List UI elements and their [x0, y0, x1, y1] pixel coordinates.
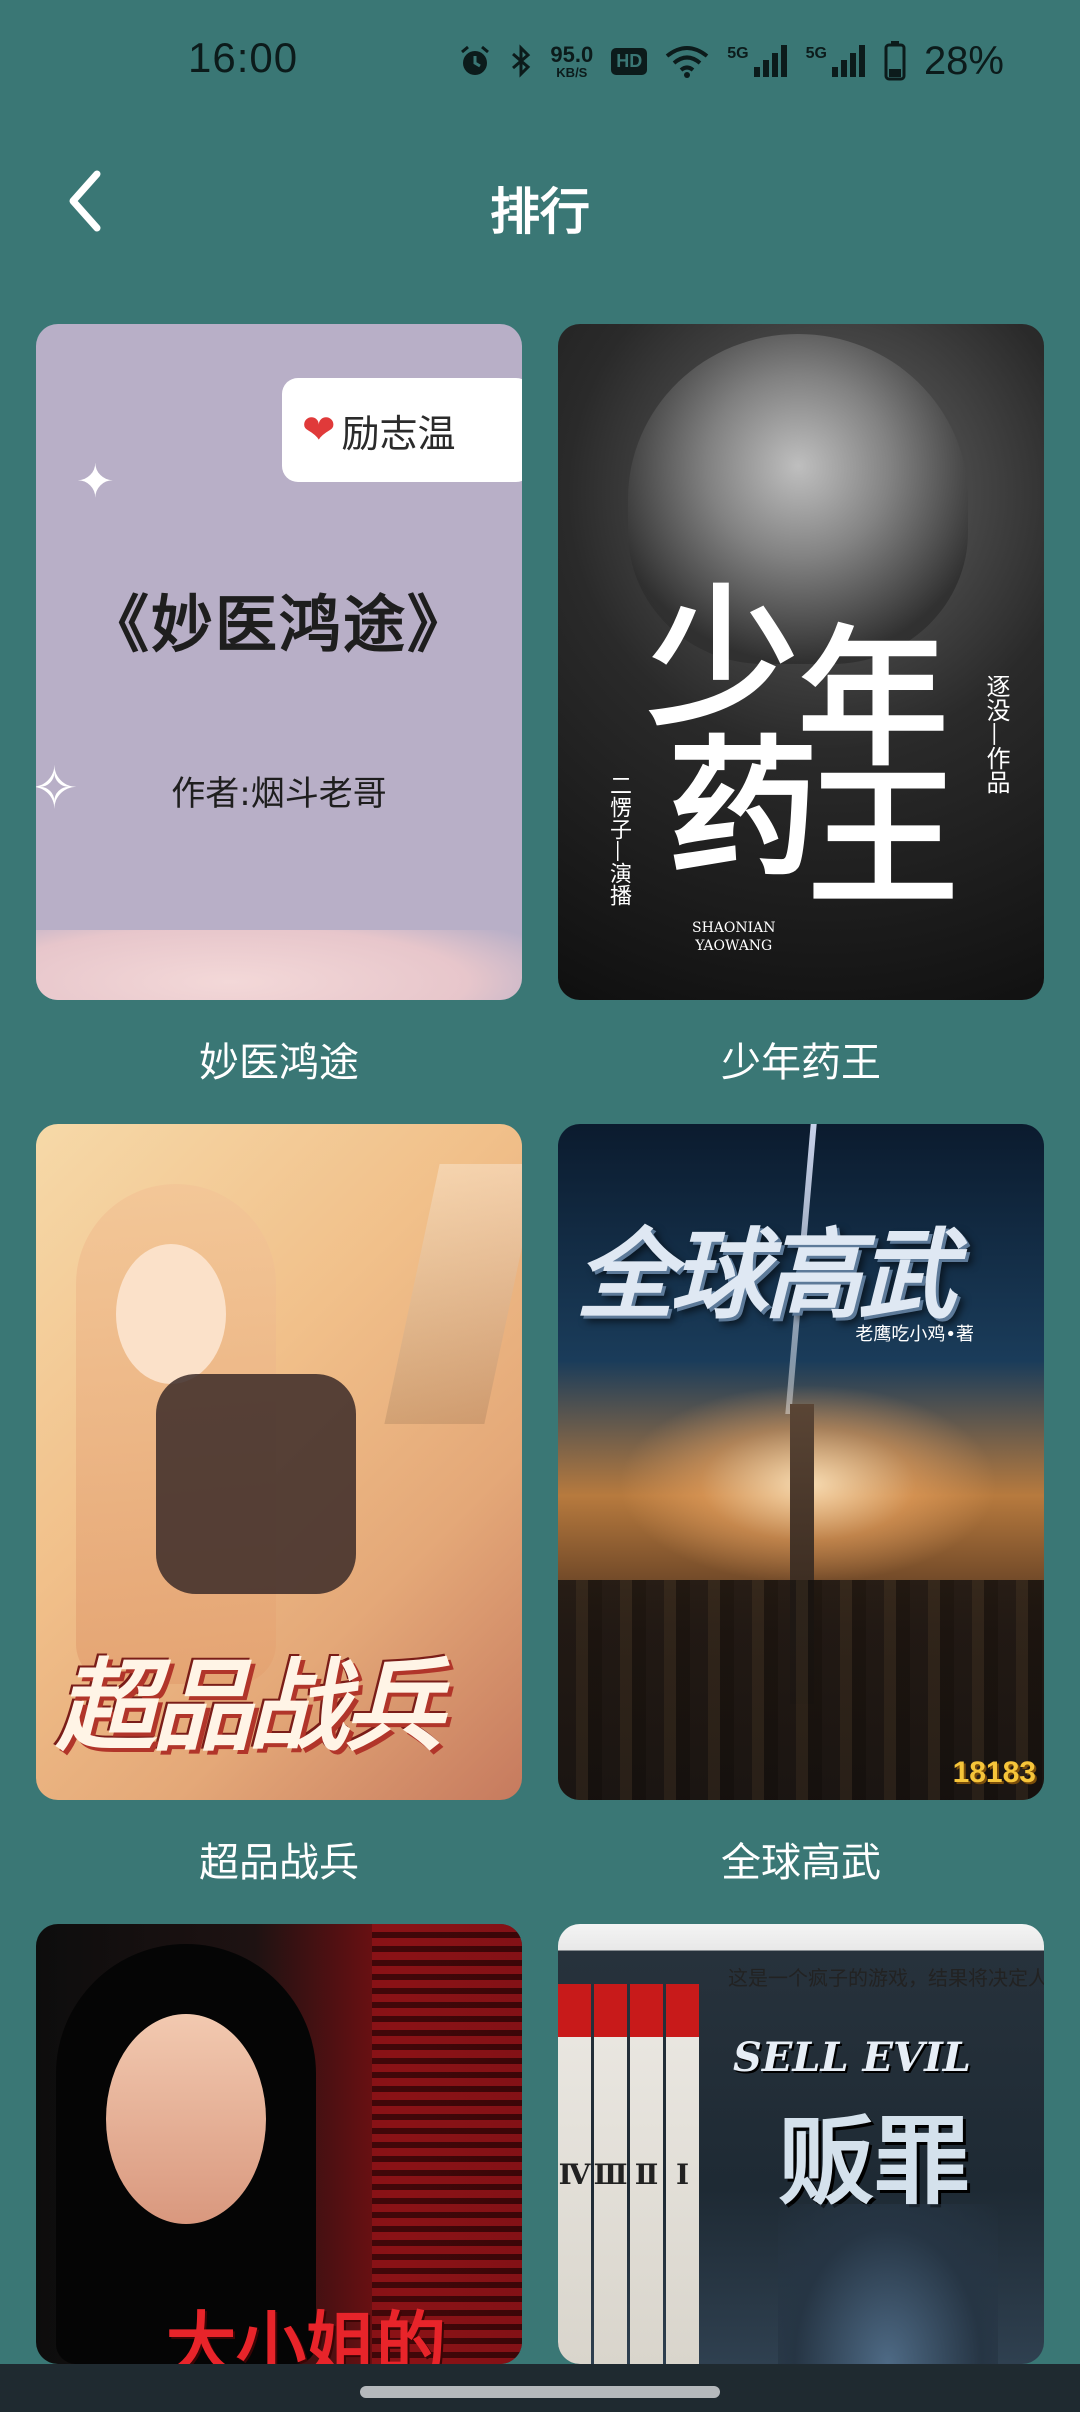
cover-author: 作者:烟斗老哥	[171, 774, 387, 814]
book-spine: Ⅱ	[630, 1984, 663, 2364]
cover-english-title: SELL EVIL	[733, 2034, 971, 2081]
book-cover[interactable]: 大小姐的	[36, 1924, 522, 2364]
header: 排行	[0, 150, 1080, 260]
wifi-icon	[665, 44, 709, 78]
cover-book-spines: Ⅳ Ⅲ Ⅱ Ⅰ	[558, 1984, 699, 2364]
book-title[interactable]: 全球高武	[558, 1830, 1044, 1888]
book-spine: Ⅳ	[558, 1984, 591, 2364]
signal-1-label: 5G	[727, 45, 749, 62]
book-title[interactable]: 少年药王	[558, 1030, 1044, 1088]
cover-logo: 超品战兵	[56, 1648, 444, 1765]
bluetooth-icon	[510, 44, 532, 78]
cover-logo: 贩罪	[778, 2105, 970, 2218]
cover-author: 老鹰吃小鸡•著	[855, 1324, 974, 1345]
cover-logo: 全球高武	[576, 1219, 956, 1333]
heart-icon: ❤	[302, 407, 336, 453]
cover-tag: ❤ 励志温	[282, 378, 522, 482]
cover-pinyin-line: SHAONIAN	[692, 920, 776, 936]
cover-outfit	[156, 1374, 356, 1594]
book-cover[interactable]: 超品战兵	[36, 1124, 522, 1800]
status-bar: 16:00 95.0 KB/S HD 5G 5G 28%	[0, 0, 1080, 120]
cover-tag-text: 励志温	[341, 411, 456, 456]
cover-char: 药	[668, 721, 819, 897]
status-time: 16:00	[188, 34, 299, 81]
book-card[interactable]: 这是一个疯子的游戏，结果将决定人类的未 Ⅳ Ⅲ Ⅱ Ⅰ SELL EVIL 贩罪	[558, 1924, 1044, 2364]
cover-big-title: 《妙医鸿途》	[86, 588, 471, 661]
cover-cloud	[36, 930, 522, 1000]
signal-1-icon: 5G	[727, 45, 787, 77]
battery-icon	[884, 41, 906, 81]
cover-pinyin-line: YAOWANG	[695, 937, 773, 954]
cover-author: 逐没—作品	[982, 674, 1010, 794]
cover-face	[106, 2014, 266, 2224]
book-card[interactable]: ❤ 励志温 ✦ ✧ 《妙医鸿途》 作者:烟斗老哥 妙医鸿途	[36, 324, 522, 1086]
cover-tagline: 这是一个疯子的游戏，结果将决定人类的未	[728, 1966, 1044, 1990]
book-title[interactable]: 妙医鸿途	[36, 1030, 522, 1088]
book-card[interactable]: 全球高武 老鹰吃小鸡•著 18183 全球高武	[558, 1124, 1044, 1886]
book-spine: Ⅲ	[594, 1984, 627, 2364]
signal-2-label: 5G	[805, 45, 827, 62]
network-speed-unit: KB/S	[556, 64, 588, 80]
home-indicator[interactable]	[360, 2386, 720, 2398]
book-card[interactable]: 少 年 药 王 逐没—作品 二愣子—演播 SHAONIAN YAOWANG 少年…	[558, 324, 1044, 1086]
book-cover[interactable]: 这是一个疯子的游戏，结果将决定人类的未 Ⅳ Ⅲ Ⅱ Ⅰ SELL EVIL 贩罪	[558, 1924, 1044, 2364]
book-title[interactable]: 超品战兵	[36, 1830, 522, 1888]
star-icon: ✦	[76, 454, 115, 508]
book-cover[interactable]: 全球高武 老鹰吃小鸡•著 18183	[558, 1124, 1044, 1800]
cover-pinyin: SHAONIAN YAOWANG	[692, 920, 776, 955]
page-title: 排行	[490, 183, 590, 241]
cover-badge: 18183	[952, 1756, 1036, 1789]
cover-narrator: 二愣子—演播	[606, 774, 631, 906]
cover-illustration	[778, 2204, 998, 2364]
cover-char: 少	[648, 571, 799, 747]
cover-face	[116, 1244, 226, 1384]
book-card[interactable]: 大小姐的	[36, 1924, 522, 2364]
signal-2-icon: 5G	[806, 45, 866, 77]
battery-percent: 28%	[923, 38, 1004, 83]
status-icons: 95.0 KB/S HD 5G 5G 28%	[458, 36, 1004, 86]
cover-shelf	[384, 1164, 522, 1424]
book-spine: Ⅰ	[666, 1984, 699, 2364]
book-cover[interactable]: 少 年 药 王 逐没—作品 二愣子—演播 SHAONIAN YAOWANG	[558, 324, 1044, 1000]
cover-logo: 大小姐的	[166, 2304, 446, 2364]
network-speed-value: 95.0	[550, 41, 594, 67]
alarm-icon	[458, 44, 492, 78]
hd-badge: HD	[611, 47, 648, 75]
book-cover[interactable]: ❤ 励志温 ✦ ✧ 《妙医鸿途》 作者:烟斗老哥	[36, 324, 522, 1000]
navigation-bar	[0, 2364, 1080, 2412]
network-speed: 95.0 KB/S	[550, 41, 594, 80]
cover-char: 王	[808, 751, 959, 927]
book-card[interactable]: 超品战兵 超品战兵	[36, 1124, 522, 1886]
